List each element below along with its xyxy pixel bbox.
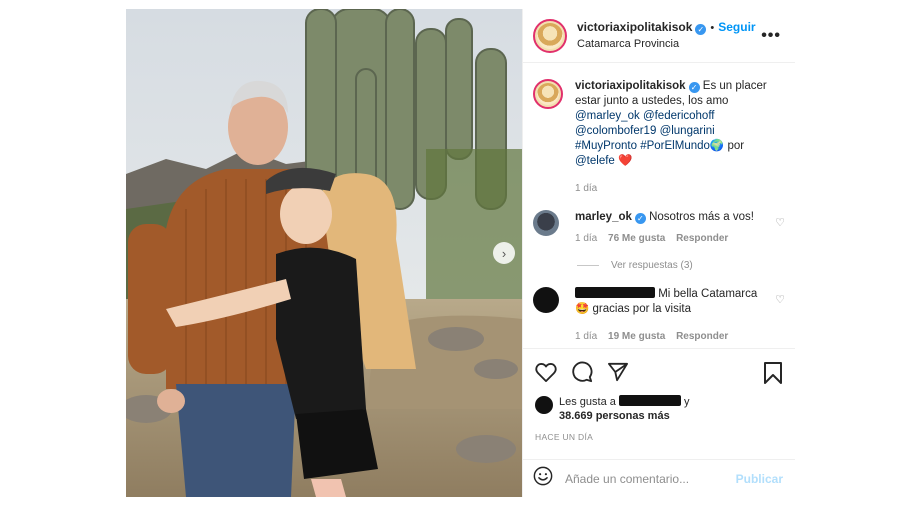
liker-avatar[interactable] (535, 396, 553, 414)
next-photo-button[interactable]: › (493, 242, 515, 264)
separator-dot: • (710, 22, 715, 34)
post-timestamp[interactable]: HACE UN DÍA (535, 432, 593, 442)
more-options-icon[interactable]: ••• (761, 27, 781, 45)
mention-telefe[interactable]: @telefe (575, 155, 615, 167)
mention-lungarini[interactable]: @lungarini (660, 125, 715, 137)
post-header: victoriaxipolitakisok ✓ • Seguir Catamarca … (523, 9, 795, 63)
caption-username[interactable]: victoriaxipolitakisok (575, 80, 686, 92)
commenter-avatar[interactable] (533, 210, 559, 236)
comment-text-2: gracias por la visita (592, 303, 691, 315)
publish-button[interactable]: Publicar (736, 472, 783, 486)
post-photo[interactable]: › (126, 9, 522, 497)
mention-marley[interactable]: @marley_ok (575, 110, 640, 122)
hashtag-porelmundo[interactable]: #PorElMundo (640, 140, 710, 152)
photo-illustration (126, 9, 522, 497)
redacted-username (575, 287, 655, 298)
verified-icon: ✓ (634, 213, 646, 224)
globe-emoji: 🌍 (709, 140, 725, 152)
instagram-post: › victoriaxipolitakisok ✓ • Seguir Catamarc… (126, 9, 795, 497)
mention-federicohoff[interactable]: @federicohoff (643, 110, 715, 122)
likes-suffix: y (684, 396, 690, 408)
comment-likes[interactable]: 19 Me gusta (608, 331, 665, 342)
chevron-right-icon: › (501, 245, 507, 261)
comment-row: Mi bella Catamarca 🤩 gracias por la visi… (523, 287, 795, 344)
comment-text: Mi bella Catamarca (658, 288, 758, 300)
star-eyes-emoji: 🤩 (575, 303, 590, 315)
caption-avatar[interactable] (533, 79, 563, 109)
reply-button[interactable]: Responder (676, 331, 728, 342)
caption-por: por (727, 140, 745, 152)
follow-button[interactable]: Seguir (718, 20, 755, 34)
caption: victoriaxipolitakisok ✓ Es un placer esta… (523, 79, 795, 196)
commenter-avatar[interactable] (533, 287, 559, 313)
share-paper-plane-icon[interactable] (607, 362, 629, 387)
comment-username[interactable]: marley_ok (575, 211, 632, 223)
heart-emoji: ❤️ (618, 155, 633, 167)
hashtag-muypronto[interactable]: #MuyPronto (575, 140, 637, 152)
likes-summary: Les gusta a y 38.669 personas más (535, 395, 690, 423)
comments-section[interactable]: victoriaxipolitakisok ✓ Es un placer esta… (523, 75, 795, 347)
save-bookmark-icon[interactable] (763, 362, 783, 389)
view-replies-label: Ver respuestas (3) (611, 260, 693, 271)
comment-likes[interactable]: 76 Me gusta (608, 233, 665, 244)
mention-colombofer[interactable]: @colombofer19 (575, 125, 656, 137)
comment-bubble-icon[interactable] (571, 361, 593, 388)
replies-divider (577, 265, 599, 266)
author-username[interactable]: victoriaxipolitakisok (577, 20, 692, 34)
comment-row: marley_ok ✓ Nosotros más a vos! 1 día 76 … (523, 210, 795, 246)
view-replies-button[interactable]: Ver respuestas (3) (577, 260, 795, 271)
verified-icon: ✓ (695, 24, 707, 35)
comment-text: Nosotros más a vos! (649, 211, 754, 223)
likes-count[interactable]: 38.669 personas más (559, 410, 670, 422)
redacted-liker (618, 395, 681, 406)
comment-input[interactable] (565, 471, 730, 486)
like-comment-heart-icon[interactable]: ♡ (775, 216, 785, 229)
like-comment-heart-icon[interactable]: ♡ (775, 293, 785, 306)
action-bar (523, 348, 795, 400)
comment-time[interactable]: 1 día (575, 233, 597, 244)
likes-prefix: Les gusta a (559, 396, 616, 408)
comment-time[interactable]: 1 día (575, 331, 597, 342)
like-heart-icon[interactable] (535, 362, 557, 387)
post-location[interactable]: Catamarca Provincia (577, 36, 756, 52)
caption-time[interactable]: 1 día (575, 183, 597, 194)
reply-button[interactable]: Responder (676, 233, 728, 244)
emoji-icon[interactable] (533, 466, 553, 491)
post-sidebar: victoriaxipolitakisok ✓ • Seguir Catamarca … (522, 9, 795, 497)
add-comment-bar: Publicar (523, 459, 795, 497)
author-avatar[interactable] (533, 18, 567, 53)
verified-icon: ✓ (688, 82, 700, 93)
